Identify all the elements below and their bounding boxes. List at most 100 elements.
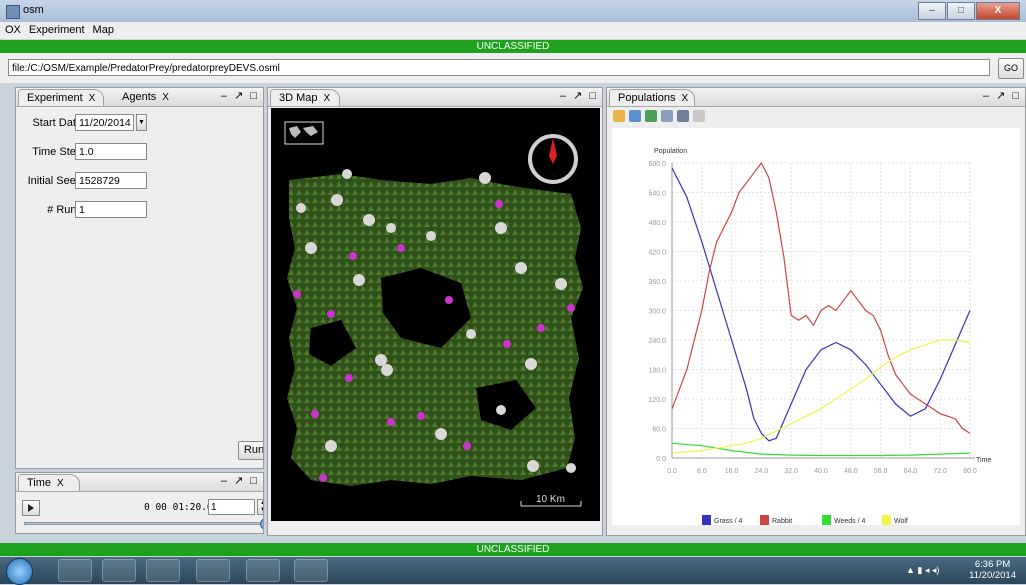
- pan-icon[interactable]: [645, 110, 657, 122]
- panel-window-controls[interactable]: – ↗ □: [560, 89, 598, 102]
- tab-3d-map-label: 3D Map: [279, 92, 318, 104]
- menu-bar: OX Experiment Map: [0, 22, 1026, 39]
- taskbar: ▲ ▮ ◂ ◂) 6:36 PM 11/20/2014: [0, 557, 1026, 585]
- file-explorer-icon[interactable]: [146, 559, 180, 582]
- time-panel: Time X – ↗ □ 0 00 01:20.0 1 ▲▼: [15, 472, 264, 534]
- close-button[interactable]: X: [976, 2, 1020, 20]
- runs-field[interactable]: 1: [75, 201, 147, 218]
- step-spinner-input[interactable]: 1: [208, 499, 255, 515]
- clock-time: 6:36 PM: [974, 559, 1011, 570]
- close-icon[interactable]: X: [682, 93, 689, 104]
- go-button[interactable]: GO: [998, 58, 1024, 79]
- time-step-label: Time Step: [32, 146, 82, 158]
- tab-experiment-label: Experiment: [27, 92, 83, 104]
- y-tick-label: 300.0: [648, 309, 666, 316]
- presentation-icon[interactable]: [294, 559, 328, 582]
- populations-tabstrip: Populations X – ↗ □: [607, 88, 1025, 107]
- run-button[interactable]: Run: [238, 441, 263, 460]
- x-tick-label: 72.0: [933, 468, 947, 475]
- url-bar: file:/C:/OSM/Example/PredatorPrey/predat…: [0, 53, 1026, 83]
- x-tick-label: 8.0: [697, 468, 707, 475]
- save-icon[interactable]: [677, 110, 689, 122]
- population-chart-svg: 0.0 60.0 120.0 180.0 240.0 300.0 360.0 420.0 480…: [648, 148, 991, 525]
- print-icon[interactable]: [693, 110, 705, 122]
- y-tick-label: 480.0: [648, 220, 666, 227]
- window-controls: – □ X: [918, 2, 1020, 20]
- populations-panel: Populations X – ↗ □ 0.0 60.0 120.0 180.0 240.…: [606, 87, 1026, 536]
- tab-populations-label: Populations: [618, 92, 676, 104]
- time-slider-track[interactable]: [24, 522, 263, 525]
- classification-banner-bottom: UNCLASSIFIED: [0, 543, 1026, 556]
- x-tick-label: 40.0: [814, 468, 828, 475]
- taskbar-clock[interactable]: 6:36 PM 11/20/2014: [969, 559, 1016, 581]
- map-viewport[interactable]: 10 Km: [271, 108, 600, 521]
- minimize-button[interactable]: –: [918, 2, 946, 20]
- menu-map[interactable]: Map: [88, 22, 117, 36]
- map-tabstrip: 3D Map X – ↗ □: [268, 88, 602, 107]
- close-icon[interactable]: X: [57, 478, 64, 489]
- x-tick-label: 64.0: [904, 468, 918, 475]
- menu-experiment[interactable]: Experiment: [24, 22, 88, 36]
- initial-seed-label: Initial Seed: [27, 175, 82, 187]
- time-tabstrip: Time X – ↗ □: [16, 473, 263, 492]
- panel-window-controls[interactable]: – ↗ □: [983, 89, 1021, 102]
- panel-window-controls[interactable]: – ↗ □: [221, 89, 259, 102]
- java-icon[interactable]: [246, 559, 280, 582]
- time-slider-thumb[interactable]: [260, 518, 263, 530]
- clock-date: 11/20/2014: [969, 570, 1016, 581]
- y-tick-label: 180.0: [648, 368, 666, 375]
- time-step-field[interactable]: 1.0: [75, 143, 147, 160]
- close-icon[interactable]: X: [162, 92, 169, 103]
- window-title: osm: [23, 4, 44, 16]
- x-tick-label: 16.0: [725, 468, 739, 475]
- y-tick-label: 360.0: [648, 279, 666, 286]
- compass-icon[interactable]: [528, 134, 578, 184]
- zoom-reset-icon[interactable]: [613, 110, 625, 122]
- population-chart: 0.0 60.0 120.0 180.0 240.0 300.0 360.0 420.0 480…: [612, 128, 1020, 525]
- start-date-label: Start Date: [32, 117, 82, 129]
- chevron-up-icon: ▲: [260, 500, 263, 506]
- system-tray-icons[interactable]: ▲ ▮ ◂ ◂): [906, 565, 939, 576]
- menu-ox[interactable]: OX: [0, 22, 24, 36]
- settings-icon[interactable]: [661, 110, 673, 122]
- y-tick-label: 240.0: [648, 338, 666, 345]
- legend-swatch-3: [882, 515, 891, 525]
- x-tick-label: 56.0: [874, 468, 888, 475]
- maximize-button[interactable]: □: [947, 2, 975, 20]
- legend-label-2: Weeds / 4: [834, 518, 865, 525]
- y-tick-label: 60.0: [652, 427, 666, 434]
- app-cube-icon[interactable]: [196, 559, 230, 582]
- panel-window-controls[interactable]: – ↗ □: [221, 474, 259, 487]
- legend-swatch-1: [760, 515, 769, 525]
- play-button[interactable]: [22, 500, 40, 516]
- tab-time[interactable]: Time X: [18, 474, 80, 491]
- zoom-icon[interactable]: [629, 110, 641, 122]
- world-minimap-icon[interactable]: [284, 121, 324, 145]
- date-picker-button[interactable]: ▼: [136, 114, 147, 131]
- initial-seed-field[interactable]: 1528729: [75, 172, 147, 189]
- spinner-arrows[interactable]: ▲▼: [257, 499, 263, 515]
- tab-experiment[interactable]: Experiment X: [18, 89, 104, 106]
- close-icon[interactable]: X: [324, 93, 331, 104]
- tab-3d-map[interactable]: 3D Map X: [270, 89, 340, 106]
- ie-icon[interactable]: [58, 559, 92, 582]
- tab-populations[interactable]: Populations X: [609, 89, 695, 106]
- y-axis-label: Population: [654, 148, 687, 155]
- legend-label-3: Wolf: [894, 518, 908, 525]
- url-input[interactable]: file:/C:/OSM/Example/PredatorPrey/predat…: [8, 59, 990, 76]
- start-date-field[interactable]: 11/20/2014: [75, 114, 134, 131]
- close-icon[interactable]: X: [89, 93, 96, 104]
- media-player-icon[interactable]: [102, 559, 136, 582]
- map-canvas: 10 Km: [284, 121, 583, 507]
- legend-label-0: Grass / 4: [714, 518, 743, 525]
- y-tick-label: 0.0: [656, 456, 666, 463]
- start-orb-icon[interactable]: [6, 558, 33, 585]
- tab-agents[interactable]: Agents X: [114, 89, 194, 106]
- x-tick-label: 32.0: [784, 468, 798, 475]
- x-tick-label: 80.0: [963, 468, 977, 475]
- simulation-time: 0 00 01:20.0: [144, 502, 213, 513]
- experiment-panel: Experiment X Agents X – ↗ □ Start Date 11/…: [15, 87, 264, 469]
- app-icon: [6, 5, 20, 19]
- experiment-tabstrip: Experiment X Agents X – ↗ □: [16, 88, 263, 107]
- x-tick-label: 0.0: [667, 468, 677, 475]
